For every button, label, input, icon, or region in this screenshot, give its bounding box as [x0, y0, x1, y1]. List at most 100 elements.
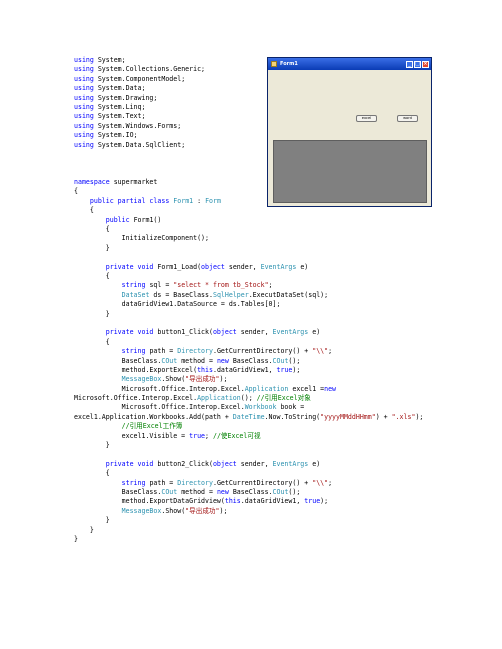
code-token: sender,	[236, 459, 273, 468]
code-token: Form1	[173, 196, 194, 205]
code-token: new	[216, 487, 229, 496]
code-line: DataSet ds = BaseClass.SqlHelper.ExecutD…	[74, 291, 423, 300]
code-line: private void button2_Click(object sender…	[74, 460, 423, 469]
code-line: string sql = "select * from tb_Stock";	[74, 281, 423, 290]
code-line: }	[74, 535, 423, 544]
code-line: BaseClass.COut method = new BaseClass.CO…	[74, 357, 423, 366]
code-token: button1_Click(	[153, 328, 213, 337]
code-token: EventArgs	[260, 262, 297, 271]
code-token: ;	[328, 347, 333, 356]
code-token: Microsoft.Office.Interop.Excel.	[74, 384, 245, 393]
code-token: System.Drawing;	[93, 93, 158, 102]
code-token: {	[74, 469, 110, 478]
code-token: ();	[240, 394, 257, 403]
code-token: excel1.Visible =	[74, 431, 190, 440]
code-token: object	[212, 328, 237, 337]
code-line: dataGridView1.DataSource = ds.Tables[0];	[74, 300, 423, 309]
code-token: method =	[177, 487, 217, 496]
code-line: Microsoft.Office.Interop.Excel.Applicati…	[74, 394, 423, 403]
code-token: Application	[244, 384, 289, 393]
code-token: .Now.ToString(	[264, 412, 321, 421]
code-token: Directory	[177, 478, 213, 487]
code-token: using	[74, 93, 94, 102]
code-token: System.Collections.Generic;	[93, 65, 206, 74]
code-token: {	[74, 187, 78, 196]
code-token: Microsoft.Office.Interop.Excel.	[74, 394, 198, 403]
code-token: using	[74, 121, 94, 130]
code-token: Application	[197, 394, 241, 403]
code-token: COut	[161, 487, 178, 496]
code-token: .GetCurrentDirectory() +	[212, 347, 313, 356]
code-token: InitializeComponent();	[74, 234, 209, 243]
code-line: }	[74, 244, 423, 253]
code-token: COut	[272, 487, 289, 496]
code-token: sender,	[236, 328, 273, 337]
code-token: BaseClass.	[228, 356, 273, 365]
code-token: using	[74, 65, 94, 74]
close-icon: ×	[422, 60, 429, 68]
code-token: using	[74, 74, 94, 83]
maximize-icon: □	[414, 60, 421, 68]
code-line: public Form1()	[74, 216, 423, 225]
code-token: System.ComponentModel;	[93, 74, 186, 83]
code-token: COut	[161, 356, 178, 365]
code-token: sender,	[224, 262, 261, 271]
code-token: dataGridView1.DataSource = ds.Tables[0];	[74, 300, 281, 309]
code-token: "select * from tb_Stock"	[173, 281, 269, 290]
code-token: e)	[296, 262, 309, 271]
code-token: :	[193, 196, 206, 205]
code-line: {	[74, 225, 423, 234]
excel-button: excel	[356, 115, 377, 122]
code-line: }	[74, 310, 423, 319]
code-token: object	[212, 459, 237, 468]
code-token: method =	[177, 356, 217, 365]
code-token: using	[74, 140, 94, 149]
code-token: .dataGridView1,	[212, 365, 277, 374]
code-token: ();	[288, 487, 301, 496]
code-token: private void	[105, 328, 154, 337]
window-controls: _ □ ×	[406, 60, 429, 68]
code-token: DataSet	[121, 290, 150, 299]
code-line: {	[74, 469, 423, 478]
code-token: "\\"	[312, 347, 329, 356]
code-token: e)	[308, 328, 321, 337]
code-token: sql =	[145, 281, 174, 290]
code-line: MessageBox.Show("导出成功");	[74, 375, 423, 384]
code-token: System.Data;	[93, 84, 146, 93]
code-token: using	[74, 131, 94, 140]
code-token: {	[74, 337, 110, 346]
code-token: excel1 =	[288, 384, 325, 393]
code-line: //引用Excel工作簿	[74, 422, 423, 431]
code-token: System.IO;	[93, 131, 138, 140]
code-token: {	[74, 206, 94, 215]
code-token: DateTime	[232, 412, 265, 421]
word-button: word	[397, 115, 418, 122]
code-token: );	[292, 365, 301, 374]
code-token: ;	[205, 431, 213, 440]
code-token: BaseClass.	[74, 487, 162, 496]
code-token: );	[415, 412, 424, 421]
code-line: excel1.Visible = true; //使Excel可视	[74, 432, 423, 441]
code-token: ".xls"	[391, 412, 416, 421]
code-token: .dataGridView1,	[240, 497, 305, 506]
window-titlebar: Form1 _ □ ×	[268, 58, 431, 70]
code-token: public partial class	[89, 196, 170, 205]
code-token: string	[121, 347, 146, 356]
data-grid-view	[273, 140, 427, 203]
code-token: Form1()	[129, 215, 162, 224]
code-token: //引用Excel工作簿	[121, 422, 183, 431]
code-token: true	[189, 431, 206, 440]
code-token: ds = BaseClass.	[149, 290, 213, 299]
form1-window-screenshot: Form1 _ □ × excel word	[267, 57, 432, 207]
code-token: namespace	[74, 178, 110, 187]
code-token: "\\"	[312, 478, 329, 487]
code-token: using	[74, 56, 94, 64]
code-token: ) +	[375, 412, 392, 421]
code-token: .Show(	[161, 375, 186, 384]
